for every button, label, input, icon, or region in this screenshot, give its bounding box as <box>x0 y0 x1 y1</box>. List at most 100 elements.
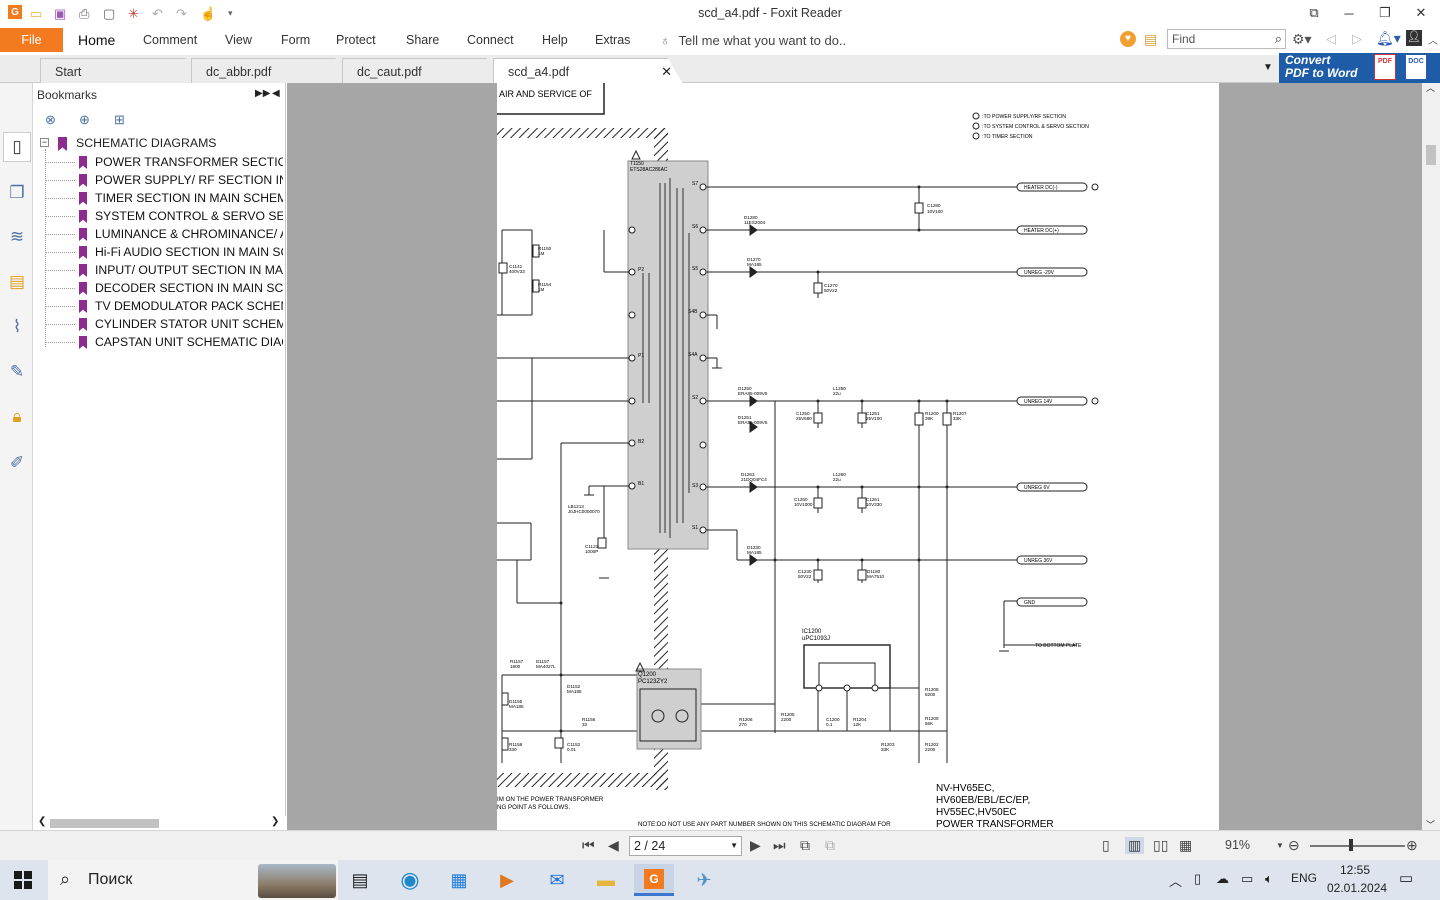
layers-icon[interactable]: ≋ <box>6 226 28 248</box>
bookmark-item[interactable]: POWER TRANSFORMER SECTION <box>95 155 283 173</box>
onedrive-cloud-icon[interactable]: ☁ <box>1216 871 1229 887</box>
bookmark-item[interactable]: CAPSTAN UNIT SCHEMATIC DIAGRAM <box>95 335 283 353</box>
save-icon[interactable]: ▣ <box>54 5 66 22</box>
restore-panels-icon[interactable]: ⧉ <box>1296 0 1332 26</box>
bookmark-item[interactable]: SYSTEM CONTROL & SERVO SECTION <box>95 209 283 227</box>
print-icon[interactable]: ⎙ <box>79 5 89 22</box>
comments-icon[interactable]: ▤ <box>6 271 28 293</box>
zoom-slider[interactable] <box>1310 845 1405 847</box>
continuous-facing-view-icon[interactable]: ▦ <box>1179 837 1192 854</box>
zoom-dropdown-icon[interactable]: ▼ <box>1276 841 1284 850</box>
single-page-view-icon[interactable]: ▯ <box>1102 837 1110 854</box>
add-bookmark-icon[interactable]: ⊕ <box>79 112 99 130</box>
scroll-thumb[interactable] <box>1426 145 1436 165</box>
signatures-icon[interactable]: ✎ <box>6 361 28 383</box>
clock-time[interactable]: 12:55 <box>1340 863 1370 877</box>
last-page-icon[interactable]: ⏭ <box>773 837 786 854</box>
tab-share[interactable]: Share <box>406 33 439 47</box>
screenshot-icon[interactable]: ▢ <box>103 5 115 22</box>
tab-home[interactable]: Home <box>78 32 115 48</box>
doc-tab-start[interactable]: Start <box>40 58 198 83</box>
bookmark-item[interactable]: DECODER SECTION IN MAIN SCHEMATIC <box>95 281 283 299</box>
show-hidden-icons-icon[interactable]: ︿ <box>1169 871 1182 890</box>
maximize-button[interactable]: ❐ <box>1367 0 1403 26</box>
notifications-icon[interactable]: ▭ <box>1399 869 1413 887</box>
notification-bell-icon[interactable]: 🔔︎▾ <box>1376 30 1401 47</box>
user-account-icon[interactable]: 👤︎ <box>1406 30 1422 46</box>
bookmark-item[interactable]: Hi-Fi AUDIO SECTION IN MAIN SCHEMATIC <box>95 245 283 263</box>
continuous-view-icon[interactable]: ▥ <box>1125 837 1145 854</box>
next-page-icon[interactable]: ▶ <box>750 837 761 854</box>
file-explorer-icon[interactable]: ▬ <box>586 864 626 896</box>
hand-tool-icon[interactable]: ☝ <box>200 5 216 22</box>
search-icon[interactable]: ⌕ <box>1275 31 1282 47</box>
scroll-right-icon[interactable]: ❯ <box>271 816 279 827</box>
media-player-icon[interactable]: ▶ <box>487 864 527 896</box>
page-number-input[interactable]: 2 / 24 ▼ <box>629 836 742 856</box>
bookmark-item[interactable]: CYLINDER STATOR UNIT SCHEMATIC <box>95 317 283 335</box>
close-tab-icon[interactable]: ✕ <box>661 64 672 80</box>
expand-panel-icon[interactable]: ▶▶ <box>255 88 270 99</box>
zoom-in-icon[interactable]: ⊕ <box>1406 837 1418 854</box>
doc-tab-scd-a4[interactable]: scd_a4.pdf ✕ <box>493 58 683 84</box>
first-page-icon[interactable]: ⏮ <box>582 837 595 854</box>
security-lock-icon[interactable]: 🔒︎ <box>6 406 28 428</box>
open-icon[interactable]: ▭ <box>30 5 42 22</box>
taskbar-search[interactable]: ⌕ Поиск <box>48 860 338 900</box>
doc-tab-dc-abbr[interactable]: dc_abbr.pdf <box>191 58 348 83</box>
next-view-icon[interactable]: ⧉ <box>825 837 835 854</box>
delete-bookmark-icon[interactable]: ⊗ <box>45 112 65 130</box>
collapse-panel-icon[interactable]: ◀ <box>272 88 280 99</box>
convert-pdf-to-word-banner[interactable]: Convert PDF to Word PDF DOC <box>1279 53 1440 83</box>
document-vertical-scrollbar[interactable]: ︿ ﹀ <box>1422 83 1440 830</box>
bookmarks-scrollbar[interactable]: ❮ ❯ <box>33 816 286 830</box>
clock-date[interactable]: 02.01.2024 <box>1327 881 1387 895</box>
tab-protect[interactable]: Protect <box>336 33 376 47</box>
bookmark-item[interactable]: TIMER SECTION IN MAIN SCHEMATIC <box>95 191 283 209</box>
bookmark-root[interactable]: SCHEMATIC DIAGRAMS <box>76 136 217 150</box>
app-icon[interactable]: ✈ <box>684 864 724 896</box>
phone-link-icon[interactable]: ▯ <box>1194 871 1201 887</box>
tell-me-box[interactable]: ♁ Tell me what you want to do.. <box>660 32 846 48</box>
bookmark-item[interactable]: TV DEMODULATOR PACK SCHEMATIC <box>95 299 283 317</box>
minimize-button[interactable]: ─ <box>1331 0 1367 26</box>
collapse-ribbon-icon[interactable]: ︿ <box>1428 32 1438 47</box>
next-arrow-icon[interactable]: ▷ <box>1352 31 1362 47</box>
tab-help[interactable]: Help <box>542 33 568 47</box>
facing-view-icon[interactable]: ▯▯ <box>1153 837 1168 854</box>
task-view-icon[interactable]: ▤ <box>340 864 380 896</box>
bookmarks-panel-icon[interactable]: ▯ <box>3 132 31 162</box>
attachments-icon[interactable]: ⌇ <box>6 316 28 338</box>
page-dropdown-icon[interactable]: ▼ <box>730 841 738 850</box>
tab-form[interactable]: Form <box>281 33 310 47</box>
file-tab[interactable]: File <box>0 28 63 52</box>
settings-gear-icon[interactable]: ⚙▾ <box>1292 31 1312 48</box>
zoom-level[interactable]: 91% <box>1225 838 1250 852</box>
customize-dropdown-icon[interactable]: ▾ <box>228 5 233 22</box>
tab-comment[interactable]: Comment <box>143 33 197 47</box>
windows-start-icon[interactable] <box>14 871 32 889</box>
mail-icon[interactable]: ✉ <box>537 864 577 896</box>
content-tools-icon[interactable]: ✐ <box>6 452 28 474</box>
volume-icon[interactable]: 🔈︎ <box>1265 871 1273 887</box>
bookmark-item[interactable]: LUMINANCE & CHROMINANCE/ AUDIO <box>95 227 283 245</box>
find-input[interactable]: Find ⌕ <box>1167 29 1286 49</box>
bookmark-item[interactable]: INPUT/ OUTPUT SECTION IN MAIN <box>95 263 283 281</box>
input-language[interactable]: ENG <box>1291 871 1317 885</box>
scroll-up-icon[interactable]: ︿ <box>1426 81 1435 94</box>
new-document-icon[interactable]: ✳ <box>128 5 139 22</box>
tree-collapse-icon[interactable]: − <box>40 138 49 147</box>
edge-browser-icon[interactable]: ◉ <box>390 864 430 896</box>
tab-extras[interactable]: Extras <box>595 33 630 47</box>
tab-list-dropdown-icon[interactable]: ▼ <box>1263 62 1273 73</box>
undo-icon[interactable]: ↶ <box>152 5 163 22</box>
pdf-page[interactable]: AIR AND SERVICE OF :TO POWER SUPPLY/RF S… <box>497 83 1219 830</box>
network-icon[interactable]: ▭ <box>1241 871 1253 887</box>
heart-icon[interactable]: ♥ <box>1120 31 1136 47</box>
close-button[interactable]: ✕ <box>1403 0 1439 26</box>
redo-icon[interactable]: ↷ <box>176 5 187 22</box>
previous-view-icon[interactable]: ⧉ <box>800 837 810 854</box>
prev-arrow-icon[interactable]: ◁ <box>1326 31 1336 47</box>
folder-search-icon[interactable]: ▤ <box>1144 31 1157 48</box>
zoom-out-icon[interactable]: ⊖ <box>1288 837 1300 854</box>
